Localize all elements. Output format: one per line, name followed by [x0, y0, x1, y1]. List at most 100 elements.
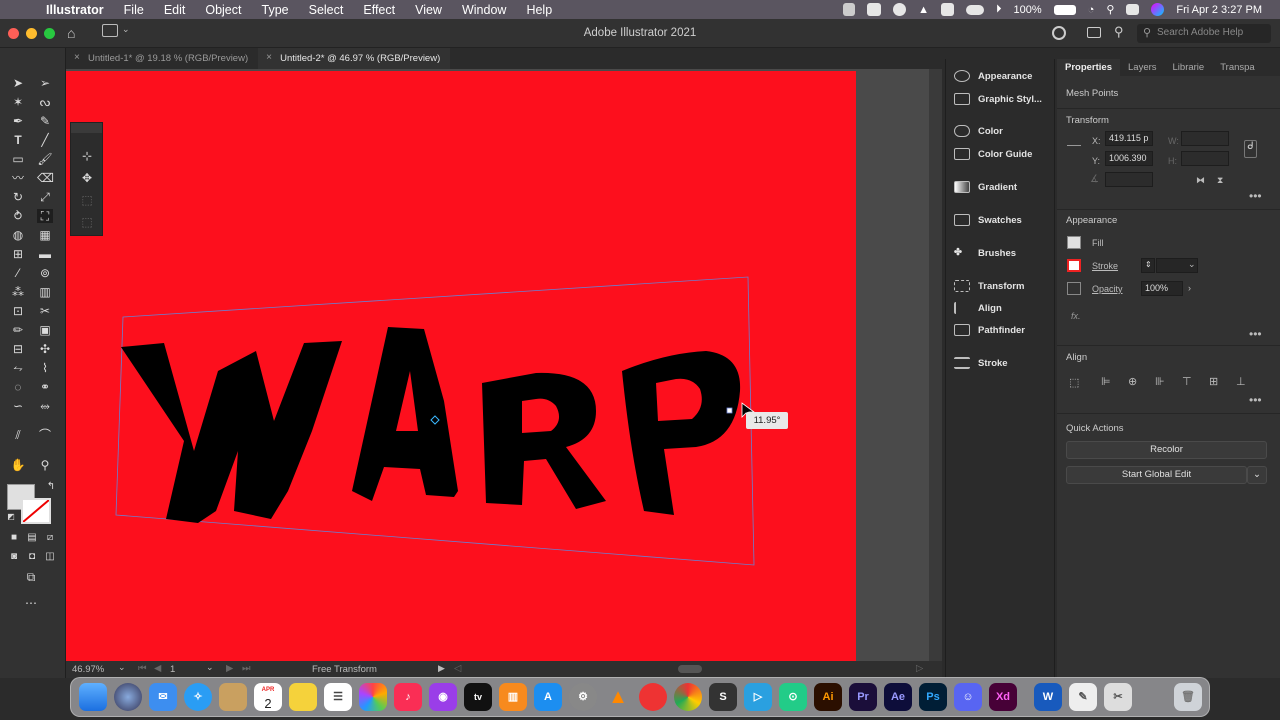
prev-artboard-icon[interactable]: ◀	[154, 663, 161, 674]
tab-layers[interactable]: Layers	[1120, 59, 1165, 76]
rotate-tool-icon[interactable]: ↻	[10, 190, 26, 204]
curvature-tool-icon[interactable]: ✎	[37, 114, 53, 128]
status-icon-3[interactable]	[887, 3, 912, 16]
first-artboard-icon[interactable]: ⏮	[138, 663, 147, 674]
color-mode-icon[interactable]: ■	[6, 531, 22, 545]
stroke-weight-stepper[interactable]: ⇕	[1141, 258, 1155, 273]
stroke-label[interactable]: Stroke	[1092, 261, 1118, 271]
status-icon-1[interactable]	[837, 3, 861, 16]
notes-icon[interactable]	[289, 683, 317, 711]
constrain-proportions-icon[interactable]: ᑯ	[1244, 140, 1257, 158]
draw-behind-icon[interactable]: ◘	[24, 550, 40, 564]
panel-swatches[interactable]: Swatches	[954, 211, 1022, 229]
music-icon[interactable]: ♪	[394, 683, 422, 711]
discord-icon[interactable]: ☺	[954, 683, 982, 711]
arrange-documents-icon[interactable]	[1087, 27, 1101, 38]
lasso-tool-icon[interactable]: ᔓ	[37, 95, 53, 109]
measure-tool-icon[interactable]: ⌒	[37, 428, 53, 442]
discover-lightbulb-icon[interactable]: ⚲	[1114, 24, 1124, 40]
shaper-tool-icon[interactable]: 〰	[10, 171, 26, 185]
paintbrush-tool-icon[interactable]: 🖌	[37, 152, 53, 166]
app-store-icon[interactable]: A	[534, 683, 562, 711]
perspective-grid-tool-icon[interactable]: ▦	[37, 228, 53, 242]
textedit-icon[interactable]: ✎	[1069, 683, 1097, 711]
width-tool-icon[interactable]: ⥊	[10, 361, 26, 375]
artboard-number[interactable]: 1	[170, 664, 175, 675]
tab-untitled-1[interactable]: × Untitled-1* @ 19.18 % (RGB/Preview)	[66, 48, 258, 69]
menu-type[interactable]: Type	[252, 3, 299, 17]
cloud-icon[interactable]	[960, 4, 990, 16]
tab-untitled-2[interactable]: × Untitled-2* @ 46.97 % (RGB/Preview)	[258, 48, 451, 69]
horizontal-scrollbar[interactable]	[678, 665, 702, 673]
podcasts-icon[interactable]: ◉	[429, 683, 457, 711]
photos-icon[interactable]	[359, 683, 387, 711]
flip-horizontal-icon[interactable]: ⧓	[1196, 175, 1205, 186]
perspective-distort-icon[interactable]: ⬚	[79, 193, 95, 207]
menu-object[interactable]: Object	[195, 3, 251, 17]
panel-gradient[interactable]: Gradient	[954, 178, 1017, 196]
shape-builder-tool-icon[interactable]: ◍	[10, 228, 26, 242]
opacity-label[interactable]: Opacity	[1092, 284, 1123, 294]
menu-help[interactable]: Help	[516, 3, 562, 17]
pen-tool-icon[interactable]: ✒	[10, 114, 26, 128]
symbol-sprayer-tool-icon[interactable]: ⁂	[10, 285, 26, 299]
eyedropper-tool-icon-2[interactable]: ⫽	[10, 428, 26, 442]
photoshop-icon[interactable]: Ps	[919, 683, 947, 711]
panel-brushes[interactable]: ✤ Brushes	[954, 244, 1016, 262]
swap-fill-stroke-icon[interactable]: ↰	[43, 480, 59, 494]
app-icon-red[interactable]	[639, 683, 667, 711]
menu-select[interactable]: Select	[299, 3, 354, 17]
menu-window[interactable]: Window	[452, 3, 516, 17]
utility-icon[interactable]: ✂	[1104, 683, 1132, 711]
free-transform-icon[interactable]: ✥	[79, 171, 95, 185]
app-icon-s[interactable]: S	[709, 683, 737, 711]
zoom-tool-icon[interactable]: ⚲	[37, 458, 53, 472]
free-transform-tool-icon[interactable]: ⛶	[37, 209, 53, 223]
opacity-field[interactable]: 100%	[1141, 281, 1183, 296]
puppet-warp-tool-icon[interactable]: ✣	[37, 342, 53, 356]
default-fill-stroke-icon[interactable]: ◩	[3, 510, 19, 524]
status-icon-5[interactable]	[935, 3, 960, 16]
start-global-edit-button[interactable]: Start Global Edit	[1066, 466, 1247, 484]
scale-tool-icon[interactable]: ⤢	[37, 190, 53, 204]
align-center-v-icon[interactable]: ⊞	[1209, 375, 1218, 388]
draw-inside-icon[interactable]: ◫	[42, 550, 58, 564]
tab-properties[interactable]: Properties	[1057, 59, 1120, 76]
knife-tool-icon[interactable]: ∽	[10, 399, 26, 413]
menu-view[interactable]: View	[405, 3, 452, 17]
control-center-icon[interactable]	[1120, 4, 1145, 16]
status-menu-arrow-icon[interactable]: ▶	[438, 663, 445, 674]
smooth-tool-icon[interactable]: ⌇	[37, 361, 53, 375]
vertical-scrollbar[interactable]	[929, 69, 942, 661]
blend-tool-icon[interactable]: ⊚	[37, 266, 53, 280]
panel-grip[interactable]	[71, 123, 102, 133]
play-icon[interactable]: ⏵	[990, 3, 1008, 16]
angle-field[interactable]	[1105, 172, 1153, 187]
artwork-svg[interactable]	[66, 71, 856, 661]
mesh-tool-icon[interactable]: ⊞	[10, 247, 26, 261]
close-tab-icon[interactable]: ×	[74, 52, 80, 63]
panel-color-guide[interactable]: Color Guide	[954, 145, 1032, 163]
h-field[interactable]	[1181, 151, 1229, 166]
gradient-mode-icon[interactable]: ▤	[24, 531, 40, 545]
stroke-dropdown-icon[interactable]: ⌄	[1188, 259, 1196, 270]
crop-tool-icon[interactable]: ⊟	[10, 342, 26, 356]
scroll-left-icon[interactable]: ◁	[454, 663, 461, 674]
column-graph-tool-icon[interactable]: ▥	[37, 285, 53, 299]
screen-mode-icon[interactable]: ⧉	[23, 570, 39, 584]
close-tab-icon[interactable]: ×	[266, 52, 272, 63]
premiere-icon[interactable]: Pr	[849, 683, 877, 711]
recolor-button[interactable]: Recolor	[1066, 441, 1267, 459]
tab-transparency[interactable]: Transpa	[1212, 59, 1263, 76]
tab-libraries[interactable]: Librarie	[1165, 59, 1213, 76]
last-artboard-icon[interactable]: ⏭	[242, 663, 251, 674]
stroke-swatch[interactable]	[21, 498, 51, 524]
finder-icon[interactable]	[79, 683, 107, 711]
panel-stroke[interactable]: Stroke	[954, 354, 1008, 372]
draw-normal-icon[interactable]: ◙	[6, 550, 22, 564]
bloat-tool-icon[interactable]: ⚭	[37, 380, 53, 394]
panel-pathfinder[interactable]: Pathfinder	[954, 321, 1025, 339]
y-field[interactable]: 1006.390	[1105, 151, 1153, 166]
more-options-icon[interactable]: •••	[1249, 327, 1262, 341]
search-help-input[interactable]: ⚲ Search Adobe Help	[1137, 24, 1271, 43]
